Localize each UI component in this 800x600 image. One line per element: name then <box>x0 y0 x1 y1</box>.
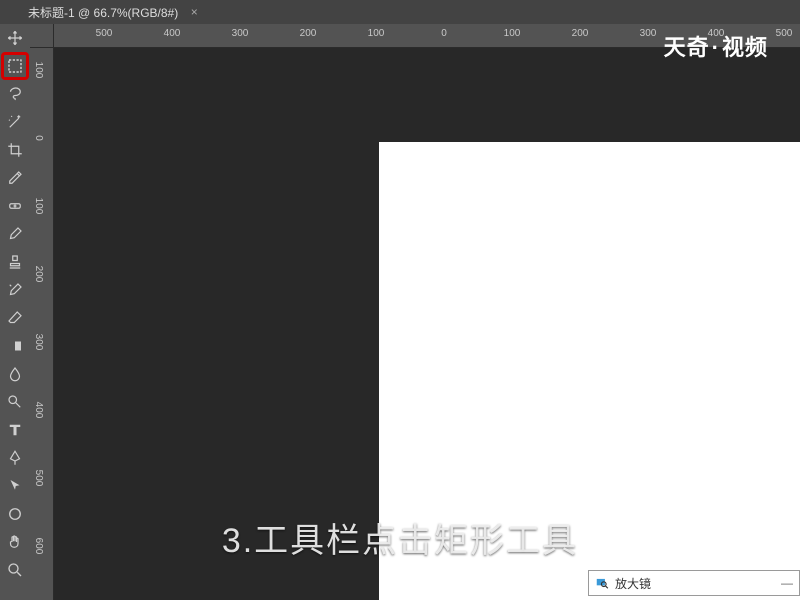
spot-heal-tool-icon[interactable] <box>3 194 27 218</box>
ruler-h-tick: 300 <box>232 28 249 39</box>
ruler-h-tick: 500 <box>96 28 113 39</box>
marquee-tool-icon[interactable] <box>3 54 27 78</box>
ruler-h-tick: 200 <box>300 28 317 39</box>
ruler-v-tick: 300 <box>33 334 44 351</box>
type-tool-icon[interactable] <box>3 418 27 442</box>
ruler-v-tick: 600 <box>33 538 44 555</box>
app-window: 未标题-1 @ 66.7%(RGB/8#) × <box>0 0 800 600</box>
watermark-sep: · <box>712 35 720 60</box>
pen-tool-icon[interactable] <box>3 446 27 470</box>
lasso-tool-icon[interactable] <box>3 82 27 106</box>
magnifier-icon <box>595 576 609 590</box>
ruler-h-tick: 200 <box>572 28 589 39</box>
ruler-h-tick: 100 <box>368 28 385 39</box>
ruler-v-tick: 0 <box>33 135 44 141</box>
ruler-v-tick: 100 <box>33 198 44 215</box>
watermark-suffix: 视频 <box>722 35 768 60</box>
ruler-h-tick: 100 <box>504 28 521 39</box>
ruler-h-tick: 300 <box>640 28 657 39</box>
ruler-h-tick: 0 <box>441 28 447 39</box>
blur-tool-icon[interactable] <box>3 362 27 386</box>
watermark: 天奇·视频 <box>664 30 768 62</box>
tool-palette <box>0 24 30 600</box>
close-icon[interactable]: × <box>188 5 200 19</box>
ruler-v-tick: 500 <box>33 470 44 487</box>
dodge-tool-icon[interactable] <box>3 390 27 414</box>
shape-tool-icon[interactable] <box>3 502 27 526</box>
magnifier-title: 放大镜 <box>615 575 775 592</box>
vertical-ruler[interactable]: 100 0 100 200 300 400 500 600 <box>30 48 54 600</box>
tab-title: 未标题-1 @ 66.7%(RGB/8#) <box>28 4 178 21</box>
eyedropper-tool-icon[interactable] <box>3 166 27 190</box>
ruler-v-tick: 100 <box>33 62 44 79</box>
watermark-brand: 天奇 <box>664 35 710 60</box>
hand-tool-icon[interactable] <box>3 530 27 554</box>
ruler-v-tick: 400 <box>33 402 44 419</box>
eraser-tool-icon[interactable] <box>3 306 27 330</box>
ruler-h-tick: 400 <box>164 28 181 39</box>
stamp-tool-icon[interactable] <box>3 250 27 274</box>
move-tool-icon[interactable] <box>3 26 27 50</box>
brush-tool-icon[interactable] <box>3 222 27 246</box>
magic-wand-tool-icon[interactable] <box>3 110 27 134</box>
document-tabbar: 未标题-1 @ 66.7%(RGB/8#) × <box>0 0 800 24</box>
document-tab[interactable]: 未标题-1 @ 66.7%(RGB/8#) × <box>28 4 200 21</box>
ruler-h-tick: 500 <box>776 28 793 39</box>
history-brush-tool-icon[interactable] <box>3 278 27 302</box>
gradient-tool-icon[interactable] <box>3 334 27 358</box>
instruction-caption: 3.工具栏点击矩形工具 <box>222 513 578 562</box>
zoom-tool-icon[interactable] <box>3 558 27 582</box>
minimize-icon[interactable]: — <box>781 576 793 590</box>
path-select-tool-icon[interactable] <box>3 474 27 498</box>
ruler-corner <box>30 24 54 48</box>
magnifier-window[interactable]: 放大镜 — <box>588 570 800 596</box>
crop-tool-icon[interactable] <box>3 138 27 162</box>
ruler-v-tick: 200 <box>33 266 44 283</box>
